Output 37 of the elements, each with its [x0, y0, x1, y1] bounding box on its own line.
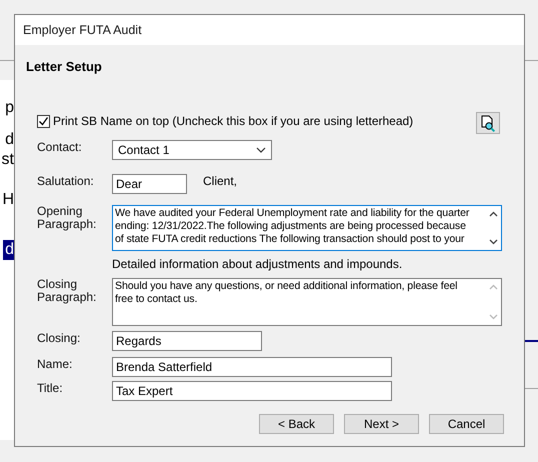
background-text: st [2, 150, 14, 170]
dialog-button[interactable]: < Back [259, 414, 334, 434]
paragraph-line: of state FUTA credit reductions The following transaction should post to your [115, 233, 466, 246]
text-field[interactable]: Regards [112, 331, 262, 351]
contact-dropdown[interactable]: Contact 1 [112, 140, 272, 160]
salutation-suffix: Client, [203, 174, 238, 188]
paragraph-line: free to contact us. [115, 293, 198, 306]
background-text: d [3, 240, 14, 260]
salutation-field[interactable]: Dear [112, 174, 187, 194]
paragraph-line: ending: 12/31/2022.The following adjustments are being processed because [115, 220, 467, 233]
scroll-down-icon[interactable] [488, 239, 498, 245]
field-label: Title: [37, 381, 64, 395]
field-label: Closing: [37, 331, 82, 345]
scroll-up-icon[interactable] [488, 211, 498, 217]
dialog-button[interactable]: Cancel [429, 414, 504, 434]
field-label: Salutation: [37, 174, 95, 188]
text-field[interactable]: Tax Expert [112, 381, 392, 401]
background-text: d [5, 130, 14, 150]
field-label: Name: [37, 357, 74, 371]
print-preview-button[interactable] [476, 112, 500, 134]
dialog-button[interactable]: Next > [344, 414, 419, 434]
info-text: Detailed information about adjustments and impounds. [112, 256, 404, 273]
field-label: Opening Paragraph: [37, 205, 98, 231]
section-heading: Letter Setup [26, 58, 102, 76]
paragraph-text-area[interactable] [112, 205, 502, 251]
paragraph-line: Should you have any questions, or need additional information, please feel [115, 280, 458, 293]
checkbox-label: Print SB Name on top (Uncheck this box if you are using letterhead) [53, 113, 414, 130]
text-field[interactable]: Brenda Satterfield [112, 357, 392, 377]
field-label: Contact: [37, 140, 83, 154]
background-text: p [5, 98, 14, 118]
checkbox[interactable] [37, 114, 50, 128]
background-text: H [2, 190, 14, 210]
window-title: Employer FUTA Audit [23, 22, 142, 39]
magnifier-page-icon [480, 114, 496, 132]
field-label: Closing Paragraph: [37, 278, 98, 304]
chevron-down-icon [256, 147, 266, 153]
paragraph-line: We have audited your Federal Unemployment rate and liability for the quarter [115, 207, 470, 220]
